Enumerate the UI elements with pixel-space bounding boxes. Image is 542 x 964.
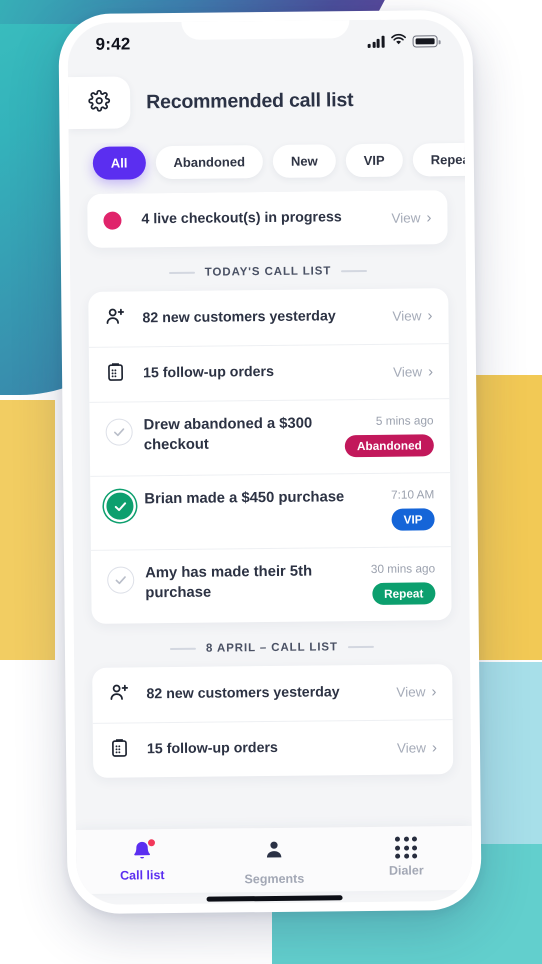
activity-timestamp: 7:10 AM	[390, 487, 435, 502]
person-icon	[262, 838, 286, 867]
table-row[interactable]: Brian made a $450 purchase 7:10 AM VIP	[90, 473, 451, 551]
dialpad-icon	[394, 836, 418, 859]
view-link[interactable]: View	[392, 308, 421, 323]
chevron-right-icon: ›	[426, 208, 432, 226]
table-row[interactable]: Amy has made their 5th purchase 30 mins …	[91, 547, 452, 624]
filter-chip-repeat[interactable]: Repeat	[412, 142, 466, 177]
notification-badge-icon	[146, 838, 157, 848]
page-title: Recommended call list	[146, 88, 354, 113]
list-item-followup-orders[interactable]: 15 follow-up orders View ›	[88, 344, 450, 403]
filter-chip-row[interactable]: All Abandoned New VIP Repeat	[69, 139, 466, 194]
status-bar-time: 9:42	[95, 34, 131, 54]
divider-line-right	[341, 269, 368, 273]
activity-timestamp: 5 mins ago	[375, 413, 434, 428]
bottom-tab-bar[interactable]: Call list Segments Dialer	[75, 825, 473, 895]
phone-device-frame: 9:42 Recommended call list All Abandoned…	[58, 9, 482, 915]
chevron-right-icon: ›	[431, 683, 437, 701]
view-link[interactable]: View	[396, 684, 425, 699]
list-item-action[interactable]: View ›	[393, 362, 434, 380]
chevron-right-icon: ›	[427, 362, 434, 380]
today-call-list-card[interactable]: 82 new customers yesterday View › 15 fol…	[88, 288, 452, 624]
background-shape-yellow-left	[0, 400, 55, 660]
list-item-label: 82 new customers yesterday	[142, 308, 336, 327]
section-heading-8-april: 8 APRIL – CALL LIST	[92, 624, 452, 668]
live-checkout-label: 4 live checkout(s) in progress	[141, 209, 342, 228]
tab-segments[interactable]: Segments	[208, 837, 340, 886]
add-user-icon	[104, 305, 126, 332]
activity-label: Amy has made their 5th purchase	[145, 563, 313, 602]
wifi-icon	[391, 33, 407, 51]
section-label: 8 APRIL – CALL LIST	[205, 641, 338, 655]
status-badge: Repeat	[371, 582, 436, 605]
app-header: Recommended call list	[67, 62, 465, 144]
live-checkout-action[interactable]: View ›	[391, 208, 432, 226]
activity-label: Brian made a $450 purchase	[144, 489, 345, 508]
call-list-scroll-area[interactable]: 4 live checkout(s) in progress View › TO…	[69, 190, 472, 830]
add-user-icon	[108, 681, 130, 708]
filter-chip-new[interactable]: New	[272, 144, 336, 178]
battery-full-icon	[412, 35, 438, 48]
status-badge: VIP	[391, 508, 435, 531]
chevron-right-icon: ›	[431, 738, 438, 756]
tab-call-list[interactable]: Call list	[76, 838, 208, 883]
list-item-new-customers[interactable]: 82 new customers yesterday View ›	[92, 664, 453, 724]
tab-dialer[interactable]: Dialer	[340, 836, 472, 878]
check-circle-outline-icon[interactable]	[107, 566, 135, 594]
clipboard-icon	[109, 737, 130, 763]
list-item-label: 82 new customers yesterday	[146, 684, 340, 703]
status-badge: Abandoned	[344, 434, 434, 458]
activity-meta: 7:10 AM VIP	[390, 487, 435, 531]
tab-label: Call list	[120, 868, 165, 883]
list-item-label: 15 follow-up orders	[142, 364, 275, 382]
live-checkout-card[interactable]: 4 live checkout(s) in progress View ›	[87, 190, 448, 248]
divider-line-left	[169, 647, 197, 651]
list-item-followup-orders[interactable]: 15 follow-up orders View ›	[93, 720, 454, 778]
list-item-action[interactable]: View ›	[397, 738, 438, 756]
check-circle-outline-icon[interactable]	[105, 418, 133, 446]
check-circle-filled-icon[interactable]	[106, 492, 134, 520]
status-bar-icons	[367, 32, 438, 51]
phone-screen: 9:42 Recommended call list All Abandoned…	[67, 18, 473, 906]
settings-button[interactable]	[67, 76, 131, 130]
table-row[interactable]: Drew abandoned a $300 checkout 5 mins ag…	[89, 399, 451, 477]
bell-icon	[130, 838, 157, 863]
activity-label: Drew abandoned a $300 checkout	[143, 415, 313, 454]
status-bar: 9:42	[67, 18, 464, 68]
live-status-dot-icon	[103, 211, 122, 230]
filter-chip-vip[interactable]: VIP	[345, 143, 403, 178]
view-link[interactable]: View	[391, 210, 420, 225]
list-item-action[interactable]: View ›	[392, 307, 433, 325]
home-indicator	[206, 895, 343, 902]
chevron-right-icon: ›	[427, 307, 433, 325]
gear-icon	[88, 89, 111, 116]
activity-meta: 30 mins ago Repeat	[371, 561, 436, 605]
section-heading-today: TODAY'S CALL LIST	[88, 248, 448, 292]
divider-line-left	[168, 271, 195, 275]
view-link[interactable]: View	[397, 740, 426, 755]
filter-chip-all[interactable]: All	[92, 146, 146, 180]
view-link[interactable]: View	[393, 364, 422, 379]
activity-meta: 5 mins ago Abandoned	[344, 413, 434, 458]
activity-timestamp: 30 mins ago	[370, 561, 436, 576]
section-label: TODAY'S CALL LIST	[204, 265, 332, 279]
april-call-list-card[interactable]: 82 new customers yesterday View › 15 fol…	[92, 664, 454, 778]
list-item-new-customers[interactable]: 82 new customers yesterday View ›	[88, 288, 449, 348]
list-item-action[interactable]: View ›	[396, 683, 437, 701]
clipboard-icon	[105, 362, 126, 388]
live-checkout-row[interactable]: 4 live checkout(s) in progress View ›	[87, 190, 448, 248]
tab-label: Segments	[244, 871, 305, 887]
filter-chip-abandoned[interactable]: Abandoned	[155, 145, 264, 180]
list-item-label: 15 follow-up orders	[146, 740, 278, 758]
phone-notch	[181, 18, 350, 40]
signal-bars-icon	[367, 35, 385, 48]
tab-label: Dialer	[388, 863, 424, 878]
divider-line-right	[347, 645, 374, 649]
